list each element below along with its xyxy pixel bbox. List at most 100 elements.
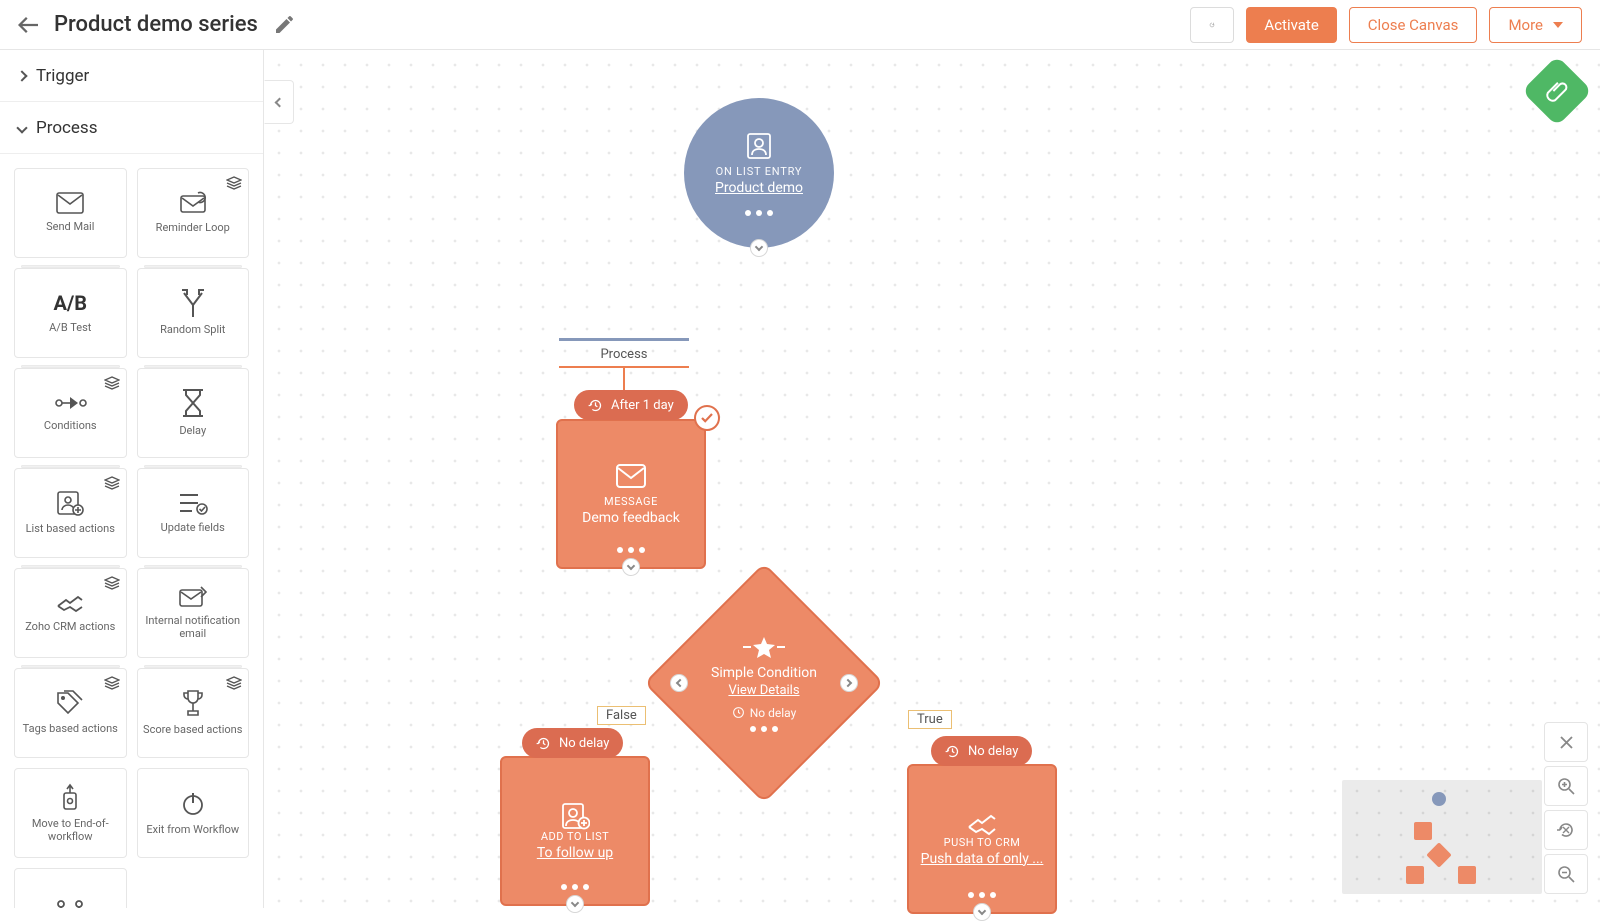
activate-button[interactable]: Activate [1246, 7, 1336, 43]
push-to-crm-node[interactable]: PUSH TO CRM Push data of only ... [907, 764, 1057, 914]
message-node[interactable]: MESSAGE Demo feedback [556, 419, 706, 569]
stack-icon [226, 175, 242, 194]
tile-random-split[interactable]: Random Split [137, 268, 250, 358]
chevron-down-icon [1553, 22, 1563, 28]
workflow-title: Product demo series [54, 12, 258, 37]
tile-label: Update fields [157, 521, 229, 534]
zoom-controls [1544, 722, 1588, 894]
tile-zoho-crm-actions[interactable]: Zoho CRM actions [14, 568, 127, 658]
tile-list-based-actions[interactable]: List based actions [14, 468, 127, 558]
more-dots-icon[interactable] [750, 726, 778, 732]
port-out[interactable] [750, 239, 768, 257]
tile-update-fields[interactable]: Update fields [137, 468, 250, 558]
tile-internal-notification[interactable]: Internal notification email [137, 568, 250, 658]
tile-move-end-of-workflow[interactable]: Move to End-of-workflow [14, 768, 127, 858]
more-dots-icon[interactable] [745, 210, 773, 216]
trigger-link[interactable]: Product demo [715, 180, 803, 196]
condition-view-details[interactable]: View Details [728, 683, 799, 698]
stack-icon [104, 675, 120, 694]
branch-true-label: True [908, 710, 952, 729]
back-arrow-icon[interactable] [18, 17, 38, 33]
more-dots-icon[interactable] [968, 892, 996, 898]
tile-label: Move to End-of-workflow [15, 817, 126, 843]
app-header: Product demo series Activate Close Canva… [0, 0, 1600, 50]
tile-delay[interactable]: Delay [137, 368, 250, 458]
tile-label: A/B Test [45, 321, 95, 334]
delay-text: No delay [559, 736, 609, 751]
port-out[interactable] [622, 558, 640, 576]
attachment-badge[interactable] [1522, 56, 1593, 127]
message-delay-pill[interactable]: After 1 day [574, 390, 688, 420]
tile-label: Exit from Workflow [142, 823, 243, 836]
branch-false-label: False [597, 706, 646, 725]
more-dots-icon[interactable] [561, 884, 589, 890]
tile-exit-workflow[interactable]: Exit from Workflow [137, 768, 250, 858]
process-label: Process [600, 347, 647, 362]
ab-glyph: A/B [53, 291, 87, 315]
contact-list-icon [744, 131, 774, 161]
port-out[interactable] [566, 895, 584, 913]
message-title: Demo feedback [582, 510, 680, 526]
tile-label: Zoho CRM actions [21, 620, 119, 633]
tile-label: Score based actions [139, 723, 246, 736]
tile-conditions[interactable]: Conditions [14, 368, 127, 458]
condition-delay: No delay [732, 706, 797, 720]
message-eyebrow: MESSAGE [604, 495, 658, 508]
node-link[interactable]: Push data of only ... [913, 851, 1052, 867]
chevron-down-icon [16, 122, 27, 133]
tile-ab-test[interactable]: A/B A/B Test [14, 268, 127, 358]
tile-reminder-loop[interactable]: Reminder Loop [137, 168, 250, 258]
minimap[interactable] [1342, 780, 1542, 894]
more-button[interactable]: More [1489, 7, 1582, 43]
connectors [264, 50, 564, 200]
zoom-in-button[interactable] [1544, 766, 1588, 806]
tile-send-mail[interactable]: Send Mail [14, 168, 127, 258]
sidebar-collapse-handle[interactable] [264, 80, 294, 124]
node-eyebrow: PUSH TO CRM [944, 836, 1021, 849]
process-divider: Process [559, 338, 689, 390]
minimap-close-button[interactable] [1544, 722, 1588, 762]
tile-label: Internal notification email [138, 614, 249, 640]
condition-icon [741, 635, 787, 659]
process-section-label: Process [36, 118, 97, 138]
history-icon [588, 398, 603, 413]
zoom-out-button[interactable] [1544, 854, 1588, 894]
tile-label: List based actions [22, 522, 119, 535]
right-delay-pill[interactable]: No delay [931, 736, 1032, 766]
mail-icon [615, 463, 647, 489]
accordion-trigger[interactable]: Trigger [0, 50, 263, 102]
workflow-canvas[interactable]: ON LIST ENTRY Product demo Process After… [264, 50, 1600, 908]
more-dots-icon[interactable] [617, 547, 645, 553]
process-palette: Send Mail Reminder Loop A/B A/B Test Ran… [0, 154, 263, 908]
condition-title: Simple Condition [711, 665, 817, 681]
left-delay-pill[interactable]: No delay [522, 728, 623, 758]
accordion-process[interactable]: Process [0, 102, 263, 154]
zoom-reset-button[interactable] [1544, 810, 1588, 850]
tile-label: Random Split [156, 323, 229, 336]
edit-title-icon[interactable] [274, 15, 294, 35]
tile-label: Send Mail [42, 220, 98, 233]
stack-icon [104, 475, 120, 494]
tile-tags-based-actions[interactable]: Tags based actions [14, 668, 127, 758]
node-link[interactable]: To follow up [529, 845, 621, 861]
stack-icon [104, 375, 120, 394]
delay-text: No delay [968, 744, 1018, 759]
check-badge-icon [694, 405, 720, 431]
port-right[interactable] [840, 674, 858, 692]
chevron-left-icon [274, 97, 284, 107]
trigger-node[interactable]: ON LIST ENTRY Product demo [684, 98, 834, 248]
condition-node[interactable]: Simple Condition View Details No delay [679, 598, 849, 768]
add-to-list-node[interactable]: ADD TO LIST To follow up [500, 756, 650, 906]
tile-merge[interactable] [14, 868, 127, 908]
tile-label: Delay [175, 424, 210, 437]
close-canvas-button[interactable]: Close Canvas [1349, 7, 1478, 43]
chevron-right-icon [16, 70, 27, 81]
delay-text: After 1 day [611, 398, 674, 413]
tile-score-based-actions[interactable]: Score based actions [137, 668, 250, 758]
trigger-section-label: Trigger [36, 66, 89, 86]
port-left[interactable] [670, 674, 688, 692]
refresh-button[interactable] [1190, 7, 1234, 43]
port-out[interactable] [973, 903, 991, 921]
tile-label: Conditions [40, 419, 101, 432]
stack-icon [226, 675, 242, 694]
